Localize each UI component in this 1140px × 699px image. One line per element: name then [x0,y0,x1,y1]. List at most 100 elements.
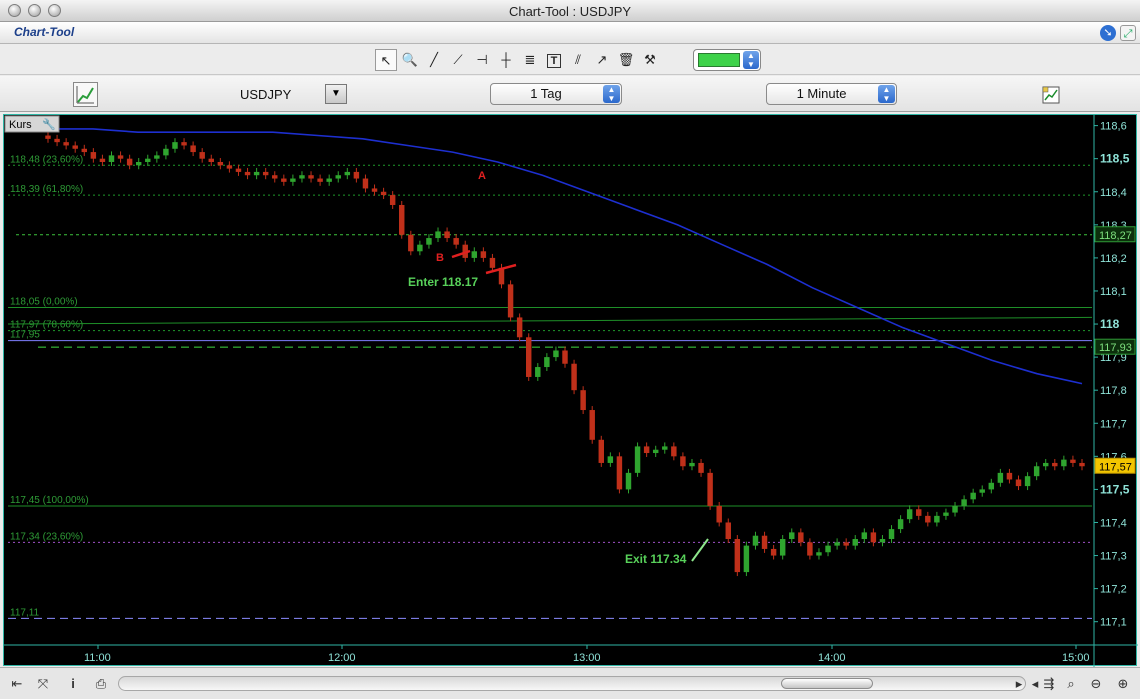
candle-body[interactable] [1024,476,1031,487]
horizontal-scrollbar[interactable] [118,676,1026,691]
candle-body[interactable] [997,472,1004,483]
candle-body[interactable] [580,390,586,411]
scroll-left-icon[interactable]: ◂ [1030,675,1040,693]
candle-body[interactable] [943,512,949,516]
candle-body[interactable] [135,161,142,166]
candle-body[interactable] [172,142,178,149]
horizontal-line-tool[interactable]: ⊣ [471,49,493,71]
candle-body[interactable] [916,509,922,516]
candle-body[interactable] [616,456,623,490]
candle-body[interactable] [689,462,695,467]
chart-shift-icon[interactable]: ⇶ [1040,675,1058,693]
candle-body[interactable] [852,539,858,546]
candle-body[interactable] [1006,472,1013,480]
chart-canvas[interactable]: 118,6118,5118,4118,3118,2118,1118117,911… [4,115,1138,667]
candle-body[interactable] [399,204,405,235]
candle-body[interactable] [226,165,233,169]
candle-body[interactable] [272,175,278,179]
candle-body[interactable] [779,539,786,556]
candle-body[interactable] [734,539,741,573]
candle-body[interactable] [934,515,940,523]
candle-body[interactable] [1042,462,1049,467]
candle-body[interactable] [371,188,378,192]
parallel-lines-tool[interactable]: ⫽ [567,49,589,71]
scroll-right-icon[interactable]: ▸ [1014,675,1024,693]
candle-body[interactable] [1070,459,1076,463]
candle-body[interactable] [798,532,804,543]
candle-body[interactable] [163,148,169,156]
candle-body[interactable] [417,244,423,252]
candle-body[interactable] [81,148,88,153]
candle-body[interactable] [63,142,69,146]
symbol-select-button[interactable]: ▼ [325,84,347,104]
candle-body[interactable] [970,492,976,500]
candle-body[interactable] [544,357,550,368]
candle-body[interactable] [108,155,115,162]
candle-body[interactable] [897,519,904,530]
candle-body[interactable] [299,175,305,179]
candle-body[interactable] [181,142,187,146]
candle-body[interactable] [408,234,414,252]
zoom-out-icon[interactable]: ⊖ [1087,675,1105,693]
trend-line[interactable] [7,316,1093,325]
candle-body[interactable] [489,257,496,268]
candle-body[interactable] [716,505,722,523]
candle-body[interactable] [589,410,595,440]
candle-body[interactable] [290,178,296,182]
chart-type-button[interactable] [73,82,98,107]
candle-body[interactable] [117,155,124,159]
candle-body[interactable] [126,158,133,166]
candle-body[interactable] [199,152,205,159]
candle-body[interactable] [843,542,849,546]
candle-body[interactable] [879,539,886,543]
candle-body[interactable] [1079,462,1085,467]
pointer-tool[interactable]: ↖ [375,49,397,71]
candle-body[interactable] [761,535,768,549]
candle-body[interactable] [634,446,641,473]
scrollbar-thumb[interactable] [781,678,873,689]
candle-body[interactable] [1033,466,1040,477]
candle-body[interactable] [99,158,106,162]
candle-body[interactable] [90,152,97,159]
candle-body[interactable] [861,532,868,540]
candle-body[interactable] [707,472,713,506]
navigate-icon[interactable]: ➘ [1100,25,1116,41]
candle-body[interactable] [426,238,432,245]
candle-body[interactable] [825,545,831,553]
price-chart[interactable]: 118,6 118,5 118,4 118,3 118,2 118,1 118 117,9 11… [3,114,1138,667]
candle-body[interactable] [262,171,269,176]
chart-expand-icon[interactable]: ⤧ [34,675,52,693]
candle-body[interactable] [553,350,559,358]
extended-line-tool[interactable]: ⟋ [447,49,469,71]
candle-body[interactable] [952,505,958,513]
period-select[interactable]: 1 Tag ▲ ▼ [490,83,622,105]
candle-body[interactable] [979,489,985,493]
candle-body[interactable] [816,552,822,556]
moving-average-line[interactable] [48,128,1083,385]
arrow-tool[interactable]: ↗ [591,49,613,71]
candle-body[interactable] [925,515,931,523]
candle-body[interactable] [743,545,750,573]
chart-compress-icon[interactable]: ⇤ [8,675,26,693]
fibonacci-tool[interactable]: ≣ [519,49,541,71]
candle-body[interactable] [643,446,650,454]
candle-body[interactable] [389,195,396,205]
candle-body[interactable] [961,499,967,506]
candle-body[interactable] [680,456,686,467]
candle-body[interactable] [281,178,287,182]
candle-body[interactable] [1061,459,1067,467]
candle-body[interactable] [145,158,151,162]
candle-body[interactable] [906,509,913,520]
candle-body[interactable] [625,472,632,490]
vertical-line-tool[interactable]: ┼ [495,49,517,71]
candle-body[interactable] [308,175,314,179]
candle-body[interactable] [317,178,323,182]
candle-body[interactable] [344,171,351,176]
zoom-tool[interactable]: 🔍 [399,49,421,71]
interval-select[interactable]: 1 Minute ▲ ▼ [766,83,897,105]
candle-body[interactable] [888,529,895,540]
candle-body[interactable] [834,542,840,546]
candle-body[interactable] [154,155,160,159]
delete-tool[interactable]: 🗑 [615,49,637,71]
candle-body[interactable] [435,231,441,239]
